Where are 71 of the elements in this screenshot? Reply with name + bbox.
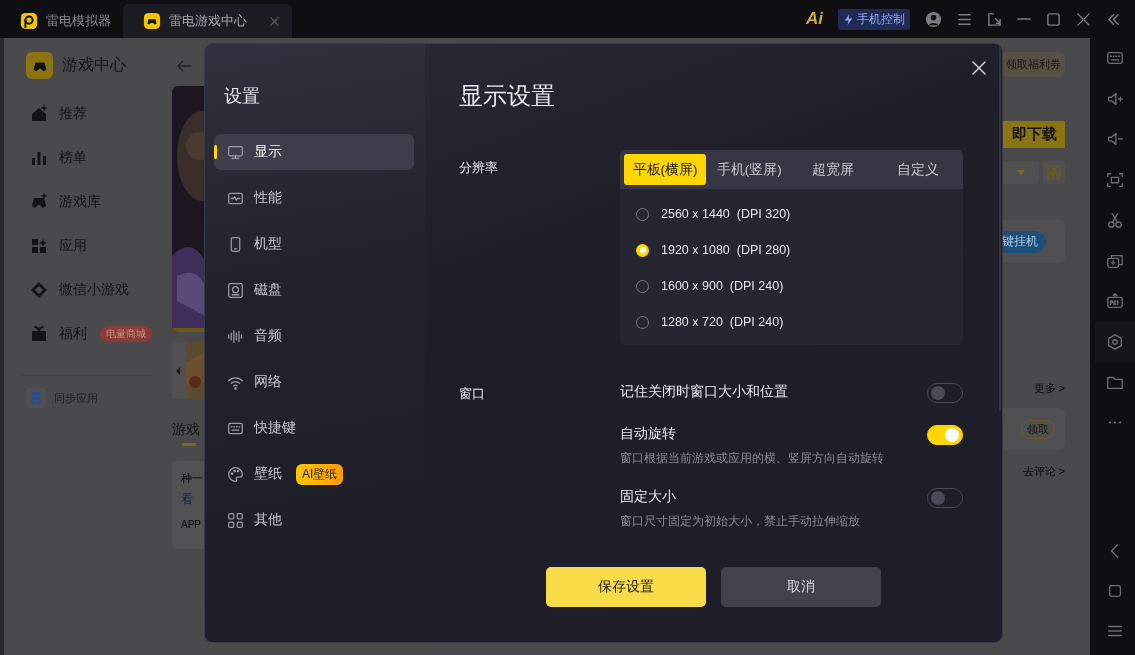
monitor-icon: [227, 143, 244, 161]
setting-title: 记住关闭时窗口大小和位置: [620, 383, 788, 401]
settings-nav-item[interactable]: 机型: [214, 226, 414, 262]
phone-control-button[interactable]: 手机控制: [838, 8, 910, 30]
close-button[interactable]: [972, 61, 986, 75]
palette-icon: [227, 465, 244, 483]
window-tab[interactable]: 雷电游戏中心: [123, 4, 292, 38]
radio-button[interactable]: [636, 243, 649, 257]
resolution-tab[interactable]: 超宽屏: [792, 154, 875, 185]
setting-description: 窗口尺寸固定为初始大小，禁止手动拉伸缩放: [620, 514, 860, 529]
resolution-option[interactable]: 1280 x 720 (DPI 240): [636, 313, 963, 331]
home-icon: [1106, 582, 1124, 600]
app-title: 游戏中心: [62, 55, 126, 75]
settings-nav-item[interactable]: 其他: [214, 502, 414, 538]
settings-nav-item[interactable]: 音频: [214, 318, 414, 354]
resolution-tab[interactable]: 平板(横屏): [624, 154, 706, 185]
logo-icon: [20, 12, 38, 30]
settings-nav-item[interactable]: 磁盘: [214, 272, 414, 308]
popout-icon: [987, 11, 1002, 27]
house-icon: [30, 105, 48, 123]
back-arrow-icon: [177, 60, 192, 72]
ai-badge: AI壁纸: [296, 463, 344, 485]
card-text: APP: [181, 519, 202, 530]
cancel-button[interactable]: 取消: [721, 567, 881, 607]
section-label: 分辨率: [459, 159, 499, 177]
resolution-option[interactable]: 1920 x 1080 (DPI 280): [636, 241, 963, 259]
more-icon: [1108, 421, 1122, 425]
setting-title: 固定大小: [620, 488, 677, 506]
apk-icon: [1106, 292, 1124, 311]
settings-icon: [1106, 332, 1124, 351]
settings-nav-item[interactable]: 显示: [214, 134, 414, 170]
gamepad-icon: [143, 12, 161, 30]
window-tab[interactable]: 雷电模拟器: [0, 4, 123, 38]
apps-icon: [30, 237, 48, 255]
close-icon: [972, 61, 986, 75]
resolution-tab[interactable]: 自定义: [876, 154, 959, 185]
setting-description: 窗口根据当前游戏或应用的横、竖屏方向自动旋转: [620, 451, 884, 466]
maximize-icon: [1046, 11, 1061, 27]
close-icon: [1076, 11, 1091, 27]
sidebar-badge: 电量商城: [100, 326, 152, 342]
resolution-option[interactable]: 1600 x 900 (DPI 240): [636, 277, 963, 295]
save-button[interactable]: 保存设置: [546, 567, 706, 607]
close-icon: [269, 15, 280, 27]
resolution-tab[interactable]: 手机(竖屏): [708, 154, 791, 185]
settings-nav-item[interactable]: 快捷键: [214, 410, 414, 446]
section-label: 窗口: [459, 385, 486, 403]
grid-icon: [227, 511, 244, 529]
phone-sync-icon: [31, 391, 41, 405]
dialog-title: 设置: [224, 85, 261, 108]
scissors-icon: [1106, 211, 1124, 230]
sound-wave-icon: [227, 327, 244, 345]
gamepad-icon: [30, 193, 48, 211]
collapse-icon: [1106, 11, 1121, 27]
settings-nav-item[interactable]: 网络: [214, 364, 414, 400]
hang-up-button[interactable]: 键挂机: [1000, 230, 1046, 253]
menu-icon: [957, 11, 972, 27]
left-caret-icon: [175, 365, 181, 376]
setting-title: 自动旋转: [620, 425, 677, 443]
caret-icon: [1017, 170, 1025, 175]
minimize-icon: [1017, 18, 1031, 20]
download-button[interactable]: 即下载: [1000, 121, 1065, 148]
bar-chart-icon: [30, 149, 48, 167]
diamond-icon: [30, 281, 48, 299]
settings-nav-item[interactable]: 性能: [214, 180, 414, 216]
screenshot-icon: [1106, 170, 1124, 189]
lightning-icon: [843, 12, 854, 26]
card-text: 看: [181, 491, 194, 508]
resolution-option[interactable]: 2560 x 1440 (DPI 320): [636, 205, 963, 223]
page-heading: 显示设置: [459, 81, 556, 110]
ai-logo[interactable]: Ai: [806, 9, 823, 29]
settings-nav-item[interactable]: 壁纸 AI壁纸: [214, 456, 414, 492]
